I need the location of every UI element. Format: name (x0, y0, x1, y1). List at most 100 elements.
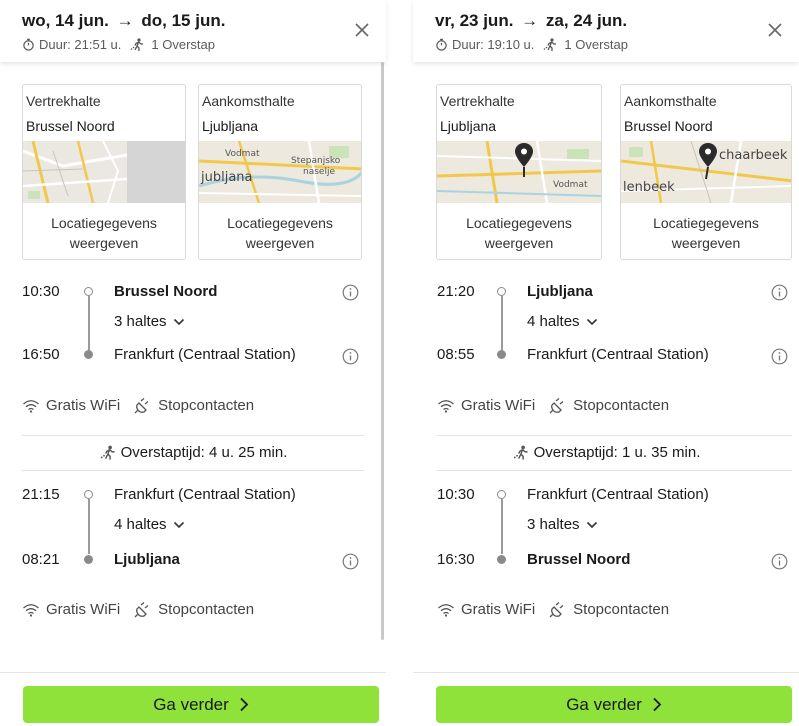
transfer-time-text: Overstaptijd: 4 u. 25 min. (120, 444, 288, 461)
leg1-departure-time: 10:30 (22, 283, 60, 300)
close-icon[interactable] (767, 22, 783, 38)
map-label-ljubljana: jubljana (200, 170, 253, 185)
trip-panel-outbound: wo, 14 jun. → do, 15 jun. Duur: 21:51 u.… (0, 0, 386, 726)
leg1-amenities: Gratis WiFi Stopcontacten (437, 397, 683, 414)
power-label: Stopcontacten (573, 601, 670, 618)
timeline-start-dot (497, 490, 506, 499)
power-label: Stopcontacten (158, 601, 255, 618)
map-label-stepanjsko: Stepanjsko (291, 156, 341, 166)
arrival-map[interactable]: Vodmat Stepanjsko naselje jubljana (199, 141, 361, 203)
date-to: za, 24 jun. (545, 11, 628, 30)
departure-stop-card[interactable]: Vertrekhalte Brussel Noord Locatiegegeve… (22, 84, 186, 260)
leg1-stops-toggle[interactable]: 4 haltes (527, 313, 598, 330)
chevron-down-icon (173, 318, 184, 325)
map-label-vodmat: Vodmat (225, 149, 260, 159)
arrival-stop-name: Brussel Noord (624, 118, 713, 134)
leg1-departure-stop: Brussel Noord (114, 283, 218, 300)
scrollbar[interactable] (381, 62, 384, 640)
leg2-amenities: Gratis WiFi Stopcontacten (22, 601, 268, 618)
info-icon[interactable] (342, 284, 359, 301)
chevron-down-icon (173, 521, 184, 528)
panel-header: vr, 23 jun. → za, 24 jun. Duur: 19:10 u.… (413, 0, 799, 62)
leg1-stops-count: 4 haltes (527, 313, 580, 330)
leg1-stops-toggle[interactable]: 3 haltes (114, 313, 185, 330)
arrival-stop-card[interactable]: Aankomsthalte Ljubljana Vodmat Stepanjsk… (198, 84, 362, 260)
trip-duration: Duur: 19:10 u. (452, 37, 535, 52)
continue-button[interactable]: Ga verder (23, 686, 379, 723)
walking-transfer-icon (513, 445, 528, 460)
trip-dates: wo, 14 jun. → do, 15 jun. (22, 11, 225, 31)
leg2-stops-toggle[interactable]: 3 haltes (527, 516, 598, 533)
info-icon[interactable] (771, 284, 788, 301)
leg1-departure-stop: Ljubljana (527, 283, 593, 300)
arrival-location-link[interactable]: Locatiegegevens weergeven (621, 213, 791, 253)
arrival-location-link[interactable]: Locatiegegevens weergeven (199, 213, 361, 253)
leg2-arrival-time: 08:21 (22, 551, 60, 568)
departure-map[interactable] (23, 141, 185, 203)
trip-panel-return: vr, 23 jun. → za, 24 jun. Duur: 19:10 u.… (413, 0, 799, 726)
arrow-right-icon: → (116, 11, 134, 30)
arrival-map[interactable]: chaarbeek lenbeek (621, 141, 791, 203)
timeline-start-dot (84, 287, 93, 296)
power-plug-icon (134, 601, 149, 617)
power-plug-icon (134, 397, 149, 413)
leg1-arrival-time: 08:55 (437, 346, 475, 363)
transfer-time: Overstaptijd: 4 u. 25 min. (0, 444, 386, 461)
info-icon[interactable] (342, 348, 359, 365)
timeline-line (88, 296, 90, 351)
departure-map[interactable]: Vodmat (437, 141, 601, 203)
timeline-end-dot (497, 350, 506, 359)
stopwatch-icon (436, 38, 447, 51)
leg2-stops-count: 4 haltes (114, 516, 167, 533)
timeline-start-dot (84, 490, 93, 499)
timeline-line (501, 499, 503, 554)
timeline-end-dot (84, 555, 93, 564)
arrival-stop-card[interactable]: Aankomsthalte Brussel Noord chaarbeek le… (620, 84, 792, 260)
trip-transfers: 1 Overstap (151, 37, 215, 52)
leg1-arrival-stop: Frankfurt (Centraal Station) (527, 346, 709, 363)
leg2-departure-stop: Frankfurt (Centraal Station) (527, 486, 709, 503)
timeline-end-dot (497, 555, 506, 564)
close-icon[interactable] (354, 22, 370, 38)
leg2-stops-toggle[interactable]: 4 haltes (114, 516, 185, 533)
leg2-arrival-time: 16:30 (437, 551, 475, 568)
departure-label: Vertrekhalte (440, 93, 515, 109)
timeline-start-dot (497, 287, 506, 296)
stopwatch-icon (23, 38, 34, 51)
trip-summary: Duur: 21:51 u. 1 Overstap (22, 37, 215, 52)
departure-location-link[interactable]: Locatiegegevens weergeven (437, 213, 601, 253)
leg2-amenities: Gratis WiFi Stopcontacten (437, 601, 683, 618)
leg2-departure-time: 21:15 (22, 486, 60, 503)
trip-transfers: 1 Overstap (564, 37, 628, 52)
trip-dates: vr, 23 jun. → za, 24 jun. (435, 11, 627, 31)
timeline-line (88, 499, 90, 554)
departure-location-link[interactable]: Locatiegegevens weergeven (23, 213, 185, 253)
divider (437, 470, 792, 471)
departure-label: Vertrekhalte (26, 93, 101, 109)
info-icon[interactable] (771, 553, 788, 570)
wifi-icon (438, 399, 454, 413)
arrow-right-icon: → (521, 11, 539, 30)
panel-header: wo, 14 jun. → do, 15 jun. Duur: 21:51 u.… (0, 0, 386, 62)
map-label-schaarbeek: chaarbeek (719, 148, 788, 163)
map-label-naselje: naselje (303, 167, 335, 177)
walking-transfer-icon (131, 37, 144, 51)
leg1-departure-time: 21:20 (437, 283, 475, 300)
trip-duration: Duur: 21:51 u. (39, 37, 122, 52)
departure-stop-name: Brussel Noord (26, 118, 115, 134)
divider (22, 470, 364, 471)
continue-button[interactable]: Ga verder (436, 686, 792, 723)
info-icon[interactable] (771, 348, 788, 365)
info-icon[interactable] (342, 553, 359, 570)
arrival-label: Aankomsthalte (624, 93, 717, 109)
wifi-icon (23, 603, 39, 617)
wifi-label: Gratis WiFi (46, 397, 121, 414)
arrival-stop-name: Ljubljana (202, 118, 259, 134)
leg2-departure-time: 10:30 (437, 486, 475, 503)
power-label: Stopcontacten (158, 397, 255, 414)
footer-divider (0, 672, 386, 673)
date-from: vr, 23 jun. (435, 11, 514, 30)
departure-stop-card[interactable]: Vertrekhalte Ljubljana Vodmat Locatiegeg… (436, 84, 602, 260)
date-from: wo, 14 jun. (22, 11, 109, 30)
leg1-arrival-stop: Frankfurt (Centraal Station) (114, 346, 296, 363)
